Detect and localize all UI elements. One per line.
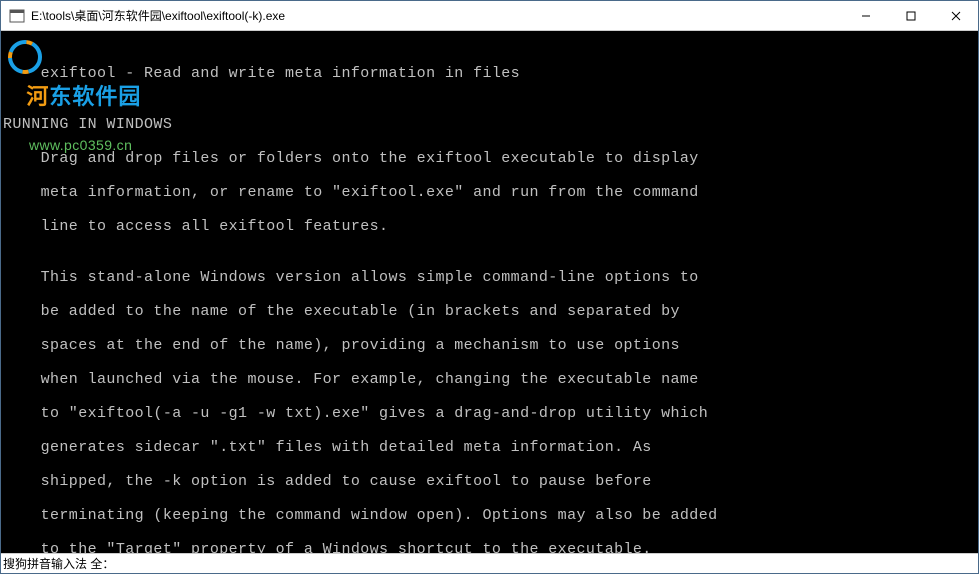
ime-text: 搜狗拼音输入法 全： [3,555,114,572]
console-line: terminating (keeping the command window … [3,507,976,524]
console-line: RUNNING IN WINDOWS [3,116,976,133]
watermark-text: 河东软件园 [5,88,141,105]
console-window: E:\tools\桌面\河东软件园\exiftool\exiftool(-k).… [0,0,979,574]
console-line: line to access all exiftool features. [3,218,976,235]
console-line: when launched via the mouse. For example… [3,371,976,388]
console-line: shipped, the -k option is added to cause… [3,473,976,490]
console-line: spaces at the end of the name), providin… [3,337,976,354]
console-line: exiftool - Read and write meta informati… [3,65,976,82]
titlebar[interactable]: E:\tools\桌面\河东软件园\exiftool\exiftool(-k).… [1,1,978,31]
console-line: to "exiftool(-a -u -g1 -w txt).exe" give… [3,405,976,422]
maximize-button[interactable] [888,1,933,30]
console-line: This stand-alone Windows version allows … [3,269,976,286]
app-icon [9,8,25,24]
window-controls [843,1,978,30]
console-line: meta information, or rename to "exiftool… [3,184,976,201]
console-line: be added to the name of the executable (… [3,303,976,320]
terminal-output[interactable]: 河东软件园 www.pc0359.cn exiftool - Read and … [1,31,978,553]
minimize-button[interactable] [843,1,888,30]
console-line: to the "Target" property of a Windows sh… [3,541,976,553]
console-line: Drag and drop files or folders onto the … [3,150,976,167]
console-line: generates sidecar ".txt" files with deta… [3,439,976,456]
window-title: E:\tools\桌面\河东软件园\exiftool\exiftool(-k).… [31,7,843,24]
close-button[interactable] [933,1,978,30]
ime-status-bar: 搜狗拼音输入法 全： [1,553,978,573]
